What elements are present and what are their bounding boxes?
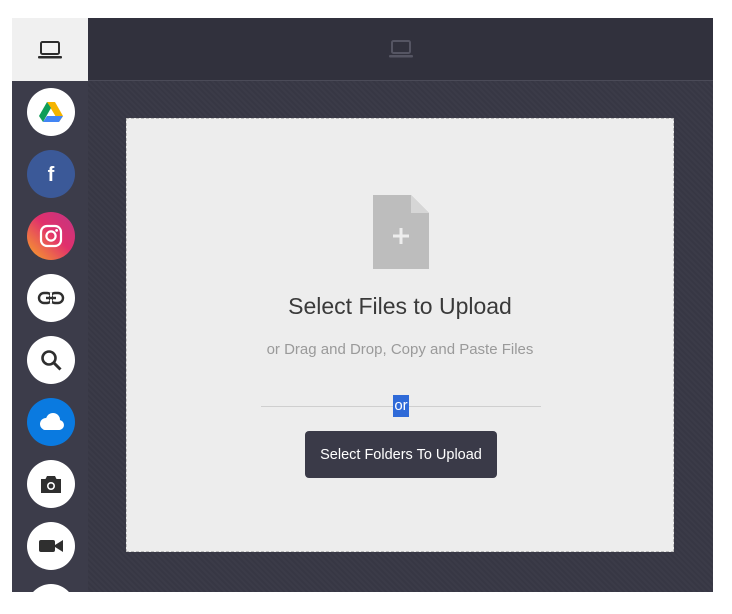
upload-title: Select Files to Upload [288, 293, 512, 319]
source-sidebar: f [12, 18, 88, 592]
file-add-icon [373, 195, 429, 269]
source-onedrive[interactable] [27, 398, 75, 446]
header-bar [88, 18, 713, 81]
source-facebook[interactable]: f [27, 150, 75, 198]
divider-left [261, 406, 393, 407]
source-link[interactable] [27, 274, 75, 322]
source-camera[interactable] [27, 460, 75, 508]
instagram-icon [39, 224, 63, 248]
source-search[interactable] [27, 336, 75, 384]
search-icon [41, 350, 62, 371]
drop-zone[interactable]: Select Files to Upload or Drag and Drop,… [126, 118, 674, 552]
source-instagram[interactable] [27, 212, 75, 260]
facebook-icon: f [48, 164, 55, 186]
divider-right [409, 406, 541, 407]
computer-icon [388, 40, 413, 58]
source-video[interactable] [27, 522, 75, 570]
upload-area: Select Files to Upload or Drag and Drop,… [88, 81, 713, 592]
file-picker-window: f Select Files to Upload or Drag and Dro… [12, 18, 713, 592]
or-separator: or [393, 395, 409, 417]
link-icon [37, 291, 65, 305]
camera-icon [41, 476, 61, 493]
select-folders-button[interactable]: Select Folders To Upload [305, 431, 497, 478]
source-google-drive[interactable] [27, 88, 75, 136]
google-drive-icon [39, 102, 63, 122]
source-computer-tab[interactable] [12, 18, 88, 81]
onedrive-icon [40, 413, 64, 430]
svg-text:f: f [48, 164, 55, 186]
video-camera-icon [39, 540, 63, 552]
upload-subtitle: or Drag and Drop, Copy and Paste Files [266, 341, 534, 358]
source-more[interactable] [27, 584, 75, 592]
computer-icon [38, 40, 62, 58]
